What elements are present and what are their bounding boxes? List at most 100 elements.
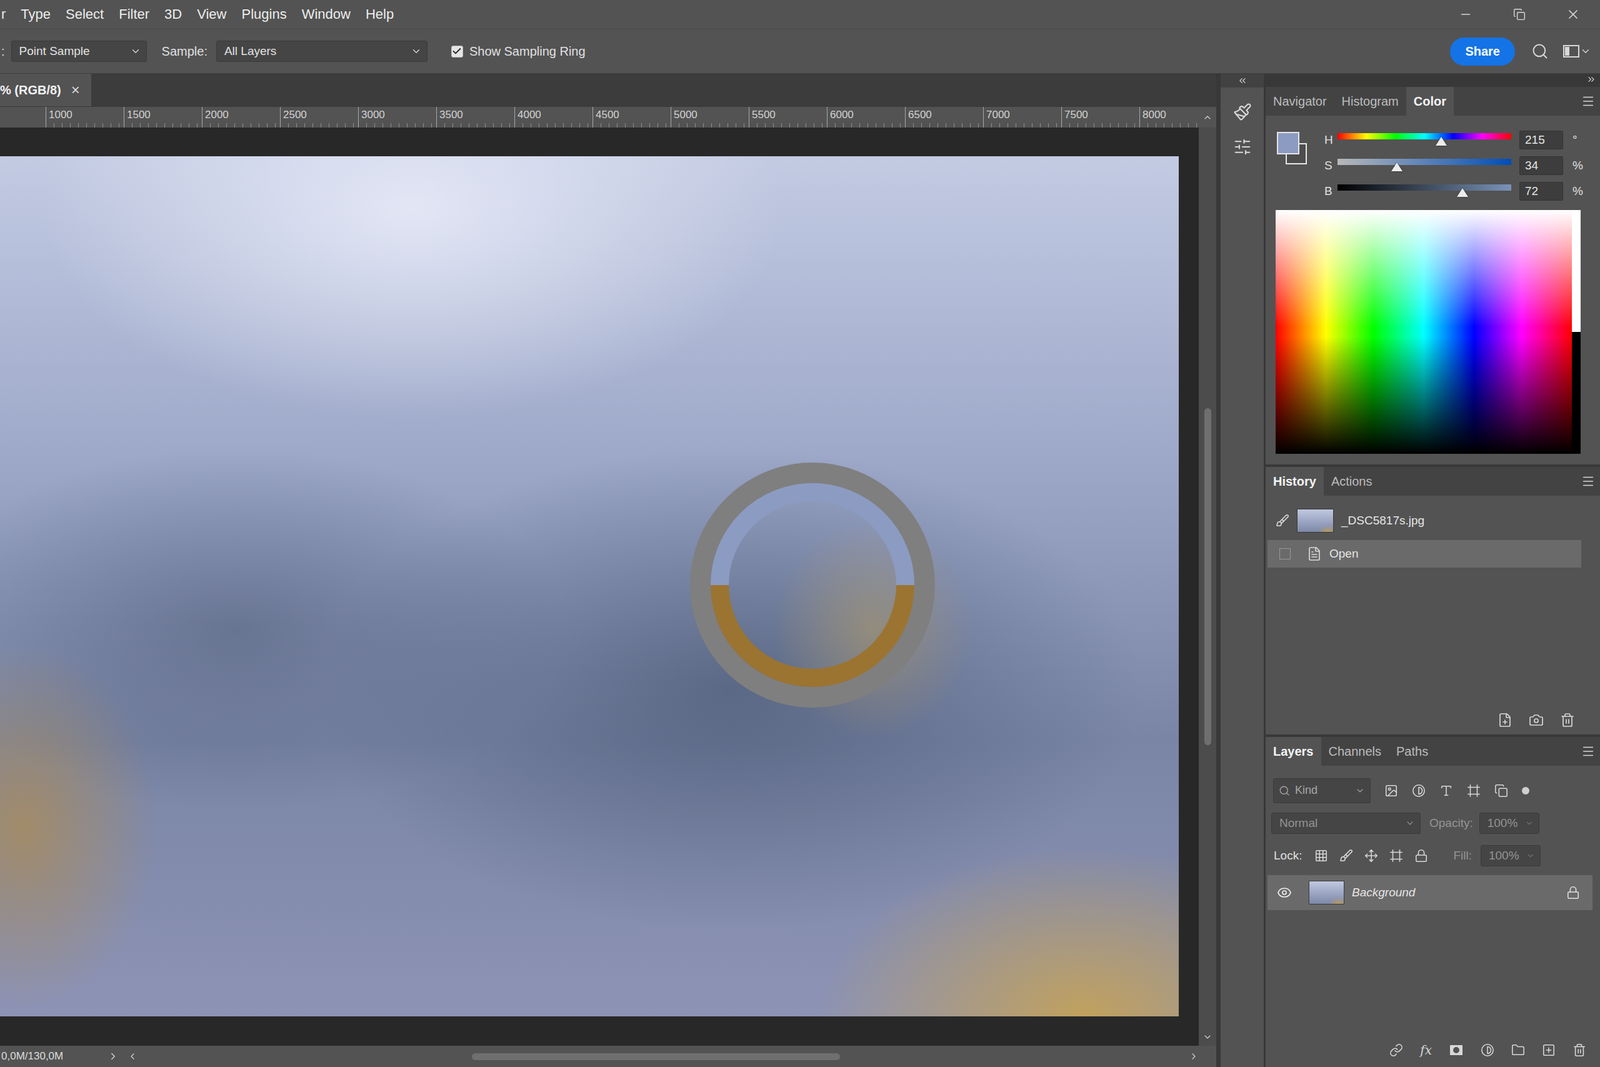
- status-menu-icon[interactable]: [107, 1050, 119, 1062]
- minimize-icon[interactable]: [1458, 7, 1473, 22]
- menu-item[interactable]: r: [1, 6, 6, 23]
- chevron-down-icon[interactable]: [410, 45, 422, 57]
- search-icon[interactable]: [1531, 42, 1549, 60]
- panel-tab[interactable]: Navigator: [1265, 86, 1335, 116]
- sampling-ring-toggle[interactable]: Show Sampling Ring: [451, 44, 586, 59]
- close-icon[interactable]: [1565, 6, 1581, 22]
- pixel-filter-icon[interactable]: [1384, 783, 1399, 798]
- menu-item[interactable]: 3D: [164, 6, 182, 23]
- lock-icon[interactable]: [1566, 885, 1580, 900]
- lock-artboard-icon[interactable]: [1389, 848, 1404, 863]
- scroll-up-button[interactable]: [1198, 106, 1217, 128]
- chevron-down-icon[interactable]: [1355, 785, 1365, 796]
- sample-dropdown[interactable]: All Layers: [216, 40, 428, 62]
- restore-button[interactable]: [1492, 0, 1547, 29]
- lock-position-icon[interactable]: [1364, 848, 1379, 863]
- share-button[interactable]: Share: [1450, 37, 1515, 66]
- workspace-icon[interactable]: [1562, 43, 1580, 59]
- fill-field[interactable]: 100%: [1480, 845, 1541, 867]
- dock-header[interactable]: [1265, 73, 1600, 85]
- color-slider[interactable]: [1337, 156, 1512, 175]
- chevron-right-icon[interactable]: [1188, 1051, 1199, 1062]
- panel-menu-button[interactable]: [1581, 86, 1600, 116]
- slider-thumb[interactable]: [1435, 136, 1447, 146]
- scroll-thumb[interactable]: [471, 1053, 840, 1060]
- menu-icon[interactable]: [1581, 474, 1595, 489]
- horizontal-scrollbar[interactable]: [127, 1051, 1217, 1062]
- document-icon[interactable]: [1306, 546, 1322, 562]
- chevron-up-icon[interactable]: [1202, 112, 1213, 123]
- document-image[interactable]: [0, 156, 1179, 1017]
- slider-track[interactable]: [1337, 158, 1512, 165]
- panel-tab[interactable]: Channels: [1321, 736, 1390, 766]
- panel-tab[interactable]: Histogram: [1334, 86, 1407, 116]
- new-layer-icon[interactable]: [1541, 1043, 1556, 1057]
- menu-item[interactable]: Window: [301, 6, 351, 23]
- sampling-ring-checkbox[interactable]: [451, 45, 464, 58]
- workspace-button[interactable]: [1562, 43, 1592, 59]
- scroll-track[interactable]: [137, 1053, 1189, 1060]
- panel-tab[interactable]: Actions: [1323, 466, 1380, 496]
- menu-item[interactable]: Select: [65, 6, 104, 23]
- strip-header[interactable]: [1220, 73, 1264, 88]
- history-state[interactable]: Open: [1267, 540, 1582, 568]
- menu-item[interactable]: View: [196, 6, 227, 23]
- panel-tab[interactable]: Layers: [1265, 736, 1322, 766]
- smart-object-filter-icon[interactable]: [1494, 783, 1509, 798]
- brush-settings-icon[interactable]: [1233, 102, 1252, 122]
- scroll-thumb[interactable]: [1204, 408, 1212, 745]
- panel-menu-button[interactable]: [1581, 466, 1600, 496]
- menu-item[interactable]: Plugins: [241, 6, 287, 23]
- visibility-toggle[interactable]: [1267, 885, 1302, 900]
- slider-thumb[interactable]: [1456, 188, 1469, 197]
- slider-value[interactable]: 72: [1519, 181, 1564, 201]
- blend-mode-dropdown[interactable]: Normal: [1271, 812, 1421, 834]
- filter-kind-dropdown[interactable]: Kind: [1273, 778, 1371, 804]
- new-document-icon[interactable]: [1497, 712, 1513, 728]
- color-spectrum[interactable]: [1275, 210, 1581, 454]
- foreground-swatch[interactable]: [1276, 131, 1300, 155]
- snapshot-icon[interactable]: [1528, 712, 1544, 728]
- link-layers-icon[interactable]: [1389, 1043, 1404, 1057]
- close-button[interactable]: [1546, 0, 1600, 29]
- menu-icon[interactable]: [1581, 744, 1595, 759]
- menu-icon[interactable]: [1581, 94, 1595, 109]
- search-button[interactable]: [1531, 42, 1549, 60]
- layer-name[interactable]: Background: [1351, 885, 1415, 900]
- panel-tab[interactable]: Paths: [1388, 736, 1436, 766]
- search-icon[interactable]: [1278, 785, 1290, 797]
- trash-icon[interactable]: [1560, 712, 1575, 728]
- panel-tab[interactable]: Color: [1406, 86, 1454, 116]
- chevron-down-icon[interactable]: [1202, 1031, 1213, 1042]
- panel-tab[interactable]: History: [1265, 466, 1324, 496]
- properties-icon[interactable]: [1233, 137, 1252, 157]
- slider-thumb[interactable]: [1391, 162, 1403, 172]
- chevron-down-icon[interactable]: [1580, 45, 1592, 57]
- shape-filter-icon[interactable]: [1466, 783, 1481, 798]
- chevron-down-icon[interactable]: [1526, 851, 1535, 860]
- black-white-strip[interactable]: [1571, 210, 1581, 454]
- type-filter-icon[interactable]: [1439, 783, 1454, 798]
- opacity-field[interactable]: 100%: [1479, 812, 1540, 834]
- new-group-icon[interactable]: [1511, 1043, 1525, 1057]
- lock-pixels-icon[interactable]: [1339, 848, 1354, 863]
- color-slider[interactable]: [1337, 130, 1512, 150]
- history-snapshot[interactable]: _DSC5817s.jpg: [1265, 505, 1600, 537]
- sample-size-dropdown[interactable]: Point Sample: [11, 40, 147, 62]
- eye-icon[interactable]: [1276, 885, 1292, 900]
- menu-item[interactable]: Filter: [118, 6, 150, 23]
- check-icon[interactable]: [451, 46, 462, 57]
- history-source-box[interactable]: [1279, 548, 1291, 560]
- menu-item[interactable]: Type: [20, 6, 51, 23]
- add-mask-icon[interactable]: [1448, 1042, 1464, 1058]
- minimize-button[interactable]: [1438, 0, 1493, 29]
- layer-style-button[interactable]: fx: [1420, 1042, 1432, 1058]
- adjustment-layer-icon[interactable]: [1480, 1043, 1495, 1057]
- layer-row[interactable]: Background: [1267, 875, 1593, 910]
- chevron-left-icon[interactable]: [127, 1051, 138, 1062]
- slider-value[interactable]: 34: [1519, 156, 1564, 175]
- lock-all-icon[interactable]: [1414, 848, 1429, 863]
- color-slider[interactable]: [1337, 181, 1512, 201]
- trash-icon[interactable]: [1572, 1043, 1587, 1057]
- collapse-icon[interactable]: [1586, 74, 1597, 85]
